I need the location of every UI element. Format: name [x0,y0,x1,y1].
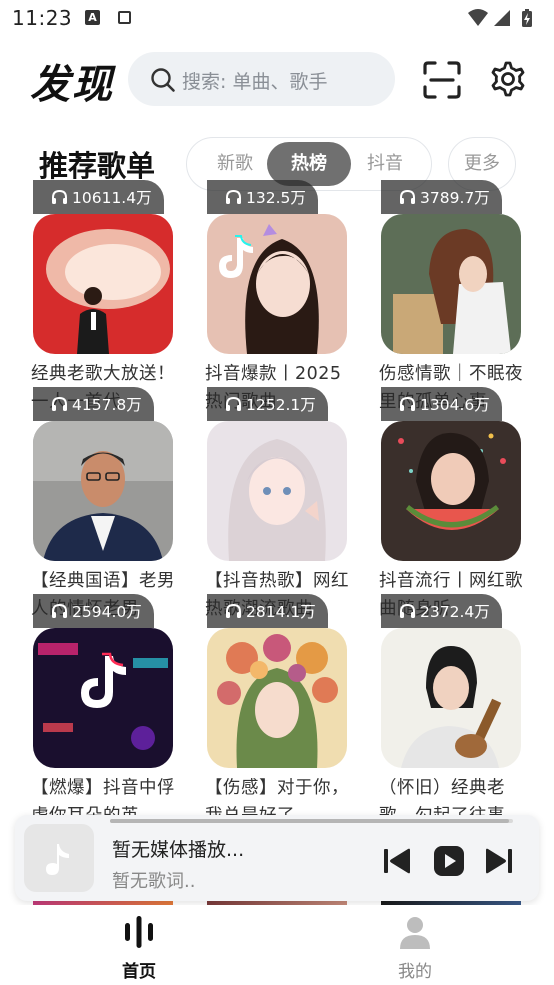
play-count-badge: 2814.1万 [207,594,328,628]
play-count-badge: 1304.6万 [381,387,502,421]
playlist-cover [381,628,521,768]
headphones-icon [226,189,241,204]
music-note-icon [46,844,69,875]
playback-progress-fill [110,819,509,823]
headphones-icon [226,396,241,411]
sound-wave-icon [125,916,153,948]
wifi-icon [468,9,488,26]
play-count: 132.5万 [246,189,306,207]
play-count: 2372.4万 [420,603,490,621]
headphones-icon [226,603,241,618]
section-title: 推荐歌单 [39,149,156,183]
nav-mine-label: 我的 [398,962,432,982]
playlist-cover [33,628,173,768]
play-count-badge: 3789.7万 [381,180,502,214]
next-track-icon[interactable] [482,844,516,878]
previous-track-icon[interactable] [380,844,414,878]
status-time: 11:23 [12,6,73,30]
headphones-icon [400,189,415,204]
play-count-badge: 4157.8万 [33,387,154,421]
play-icon[interactable] [432,844,466,878]
page-title: 发现 [30,62,114,108]
settings-gear-icon[interactable] [488,58,528,100]
playlist-cover [207,628,347,768]
play-count-badge: 1252.1万 [207,387,328,421]
headphones-icon [400,396,415,411]
search-input[interactable]: 搜索: 单曲、歌手 [128,52,395,106]
nav-home-label: 首页 [122,962,156,982]
play-count: 1252.1万 [246,396,316,414]
signal-icon [494,10,510,26]
status-bar: 11:23 A [0,0,554,36]
notification-square-icon [118,11,131,24]
playlist-cover [207,421,347,561]
album-art [24,824,94,892]
nav-home[interactable]: 首页 [99,913,179,982]
search-placeholder: 搜索: 单曲、歌手 [182,71,328,93]
headphones-icon [52,189,67,204]
headphones-icon [52,396,67,411]
play-count: 2594.0万 [72,603,142,621]
battery-icon [522,9,532,27]
playback-progress-bar[interactable] [110,819,513,823]
playlist-cover [381,421,521,561]
play-count: 3789.7万 [420,189,490,207]
headphones-icon [400,603,415,618]
player-lyric: 暂无歌词.. [112,871,196,892]
user-icon [400,917,430,949]
play-count: 1304.6万 [420,396,490,414]
mini-player[interactable]: 暂无媒体播放... 暂无歌词.. [15,815,539,901]
scan-icon[interactable] [422,60,462,100]
search-icon [151,68,175,92]
playlist-cover [207,214,347,354]
status-icons [468,9,532,27]
play-count: 4157.8万 [72,396,142,414]
play-count-badge: 2372.4万 [381,594,502,628]
bottom-nav: 首页 我的 [0,905,554,985]
playlist-cover [381,214,521,354]
play-count: 2814.1万 [246,603,316,621]
play-count-badge: 10611.4万 [33,180,164,214]
play-count: 10611.4万 [72,189,152,207]
playlist-cover [33,214,173,354]
headphones-icon [52,603,67,618]
play-count-badge: 2594.0万 [33,594,154,628]
play-count-badge: 132.5万 [207,180,318,214]
playlist-cover [33,421,173,561]
notification-a-icon: A [85,10,100,25]
player-song-title: 暂无媒体播放... [112,839,245,861]
nav-mine[interactable]: 我的 [375,913,455,982]
